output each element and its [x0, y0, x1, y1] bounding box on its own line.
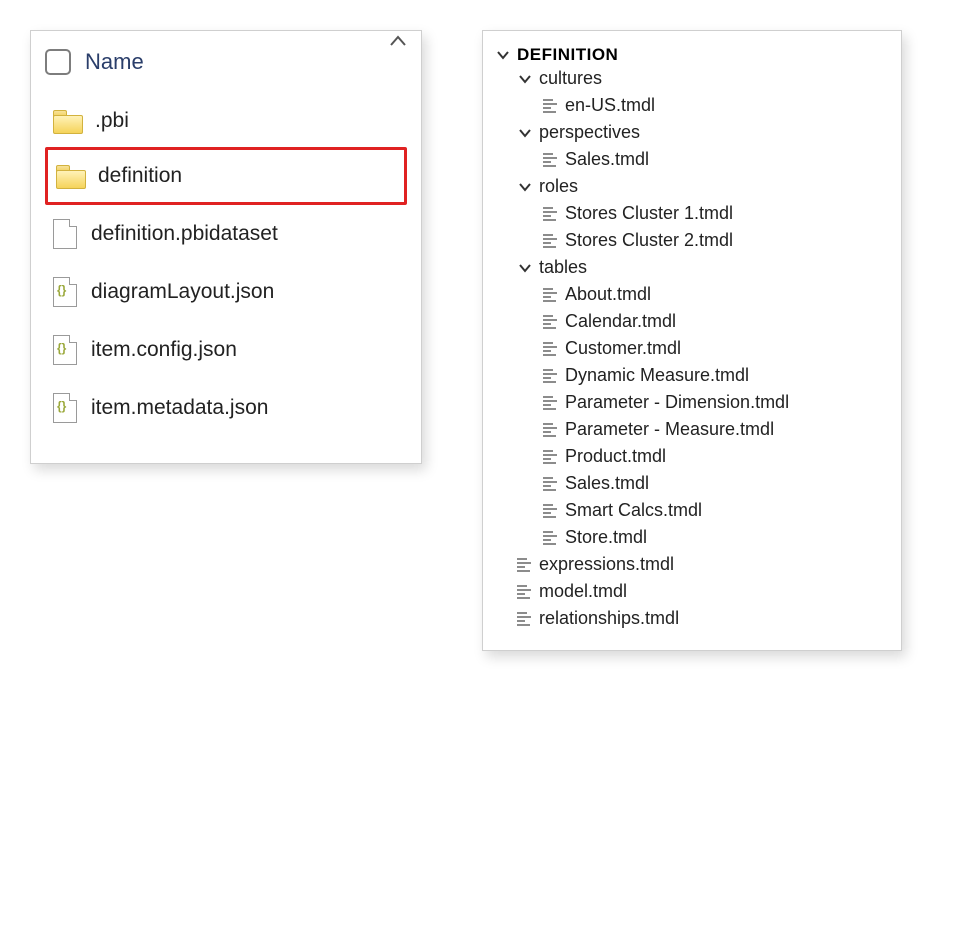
item-label: definition.pbidataset: [91, 222, 278, 246]
json-file-icon: [53, 335, 77, 365]
tree-file[interactable]: Customer.tmdl: [491, 335, 891, 362]
explorer-header: Name: [31, 41, 421, 85]
item-label: definition: [98, 164, 182, 188]
tree-folder-label: roles: [539, 176, 578, 197]
folder-item-highlighted[interactable]: definition: [45, 147, 407, 205]
tree-file[interactable]: Product.tmdl: [491, 443, 891, 470]
item-label: item.config.json: [91, 338, 237, 362]
tree-file-label: Smart Calcs.tmdl: [565, 500, 702, 521]
tree-root-label: DEFINITION: [517, 45, 618, 65]
tree-folder-label: tables: [539, 257, 587, 278]
tree-file-label: model.tmdl: [539, 581, 627, 602]
chevron-down-icon: [495, 47, 511, 63]
tree-file[interactable]: model.tmdl: [491, 578, 891, 605]
file-lines-icon: [517, 611, 531, 627]
tree-file[interactable]: Sales.tmdl: [491, 146, 891, 173]
tree-folder-label: cultures: [539, 68, 602, 89]
json-file-icon: [53, 393, 77, 423]
tree-file[interactable]: Stores Cluster 2.tmdl: [491, 227, 891, 254]
chevron-down-icon: [517, 71, 533, 87]
tree-file-label: About.tmdl: [565, 284, 651, 305]
tree-file[interactable]: en-US.tmdl: [491, 92, 891, 119]
tree-file[interactable]: Parameter - Measure.tmdl: [491, 416, 891, 443]
file-lines-icon: [543, 395, 557, 411]
file-lines-icon: [543, 341, 557, 357]
tree-panel: DEFINITION cultures en-US.tmdl perspecti…: [482, 30, 902, 651]
file-lines-icon: [543, 152, 557, 168]
tree-file-label: expressions.tmdl: [539, 554, 674, 575]
file-lines-icon: [543, 314, 557, 330]
tree-folder-tables[interactable]: tables: [491, 254, 891, 281]
item-label: .pbi: [95, 109, 129, 133]
tree-file-label: Dynamic Measure.tmdl: [565, 365, 749, 386]
tree-file[interactable]: Smart Calcs.tmdl: [491, 497, 891, 524]
chevron-down-icon: [517, 125, 533, 141]
tree-file-label: Parameter - Dimension.tmdl: [565, 392, 789, 413]
file-lines-icon: [543, 476, 557, 492]
tree-file[interactable]: relationships.tmdl: [491, 605, 891, 632]
tree-file-label: Stores Cluster 1.tmdl: [565, 203, 733, 224]
tree-folder-roles[interactable]: roles: [491, 173, 891, 200]
tree-file-label: Sales.tmdl: [565, 473, 649, 494]
file-item[interactable]: item.config.json: [45, 321, 407, 379]
file-icon: [53, 219, 77, 249]
file-lines-icon: [543, 503, 557, 519]
select-all-checkbox[interactable]: [45, 49, 71, 75]
explorer-list: .pbi definition definition.pbidataset di…: [31, 85, 421, 437]
file-lines-icon: [543, 449, 557, 465]
file-lines-icon: [543, 287, 557, 303]
tree-folder-cultures[interactable]: cultures: [491, 65, 891, 92]
chevron-down-icon: [517, 179, 533, 195]
tree-file-label: en-US.tmdl: [565, 95, 655, 116]
file-item[interactable]: diagramLayout.json: [45, 263, 407, 321]
tree-file[interactable]: Stores Cluster 1.tmdl: [491, 200, 891, 227]
tree-file[interactable]: Dynamic Measure.tmdl: [491, 362, 891, 389]
tree-file-label: Stores Cluster 2.tmdl: [565, 230, 733, 251]
tree-file[interactable]: Sales.tmdl: [491, 470, 891, 497]
item-label: item.metadata.json: [91, 396, 268, 420]
tree-file[interactable]: expressions.tmdl: [491, 551, 891, 578]
file-lines-icon: [543, 98, 557, 114]
tree-file-label: Product.tmdl: [565, 446, 666, 467]
tree-file[interactable]: Store.tmdl: [491, 524, 891, 551]
tree-file-label: Calendar.tmdl: [565, 311, 676, 332]
json-file-icon: [53, 277, 77, 307]
file-item[interactable]: definition.pbidataset: [45, 205, 407, 263]
file-lines-icon: [543, 422, 557, 438]
file-lines-icon: [543, 206, 557, 222]
file-lines-icon: [517, 557, 531, 573]
file-lines-icon: [543, 233, 557, 249]
tree-file[interactable]: Parameter - Dimension.tmdl: [491, 389, 891, 416]
tree-file-label: Store.tmdl: [565, 527, 647, 548]
tree-file-label: Customer.tmdl: [565, 338, 681, 359]
tree-file-label: relationships.tmdl: [539, 608, 679, 629]
tree-root[interactable]: DEFINITION: [491, 45, 891, 65]
file-lines-icon: [517, 584, 531, 600]
tree-file[interactable]: Calendar.tmdl: [491, 308, 891, 335]
tree-file-label: Parameter - Measure.tmdl: [565, 419, 774, 440]
folder-item[interactable]: .pbi: [45, 95, 407, 147]
item-label: diagramLayout.json: [91, 280, 274, 304]
tree-file-label: Sales.tmdl: [565, 149, 649, 170]
file-lines-icon: [543, 530, 557, 546]
tree-file[interactable]: About.tmdl: [491, 281, 891, 308]
column-header-name[interactable]: Name: [85, 49, 144, 75]
file-item[interactable]: item.metadata.json: [45, 379, 407, 437]
tree-folder-label: perspectives: [539, 122, 640, 143]
tree-folder-perspectives[interactable]: perspectives: [491, 119, 891, 146]
file-lines-icon: [543, 368, 557, 384]
folder-icon: [56, 165, 84, 187]
chevron-down-icon: [517, 260, 533, 276]
explorer-panel: Name .pbi definition definition.pbidatas…: [30, 30, 422, 464]
folder-icon: [53, 110, 81, 132]
